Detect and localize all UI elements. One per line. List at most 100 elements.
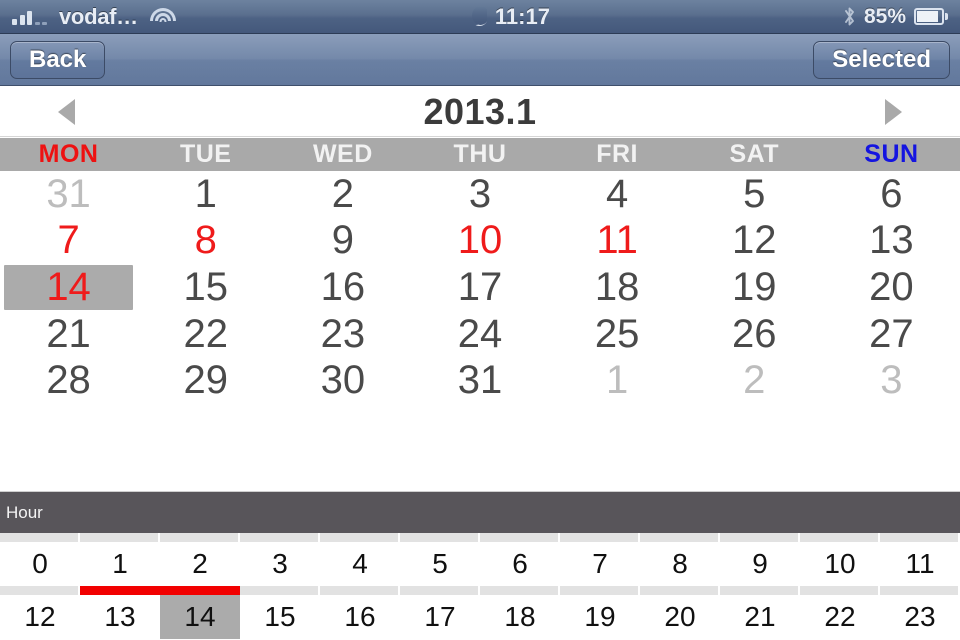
calendar-day-cell[interactable]: 29	[137, 357, 274, 404]
calendar-day-cell[interactable]: 23	[274, 311, 411, 358]
calendar-day-cell[interactable]: 24	[411, 311, 548, 358]
calendar-day-cell[interactable]: 28	[0, 357, 137, 404]
calendar-day-cell[interactable]: 18	[549, 264, 686, 311]
hour-value: 5	[432, 548, 448, 579]
calendar-day-cell[interactable]: 5	[686, 171, 823, 218]
status-bar-right: 85%	[843, 5, 960, 29]
hour-cell[interactable]: 8	[640, 533, 720, 590]
hour-value: 12	[24, 601, 56, 632]
hour-cell[interactable]: 20	[640, 586, 720, 640]
calendar-day-cell[interactable]: 26	[686, 311, 823, 358]
calendar-day-number: 5	[743, 171, 766, 216]
calendar-day-number: 21	[46, 311, 91, 356]
hour-value: 19	[584, 601, 616, 632]
hour-cell[interactable]: 9	[720, 533, 800, 590]
calendar-day-number: 16	[320, 264, 366, 309]
calendar-day-cell[interactable]: 14	[0, 264, 137, 311]
hour-cell[interactable]: 7	[560, 533, 640, 590]
chevron-left-icon[interactable]	[58, 98, 75, 125]
calendar-day-cell[interactable]: 15	[137, 264, 274, 311]
calendar-day-cell[interactable]: 8	[137, 218, 274, 265]
calendar-day-number: 3	[880, 358, 903, 403]
hour-cell[interactable]: 14	[160, 586, 240, 640]
status-bar-left: vodaf…	[0, 4, 176, 30]
calendar-day-cell[interactable]: 10	[411, 218, 548, 265]
selected-button[interactable]: Selected	[813, 40, 950, 79]
calendar-day-cell[interactable]: 16	[274, 264, 411, 311]
calendar-day-number: 28	[46, 358, 91, 403]
status-bar-center: 11:17	[176, 4, 843, 30]
hour-cell[interactable]: 10	[800, 533, 880, 590]
calendar-day-cell[interactable]: 11	[549, 218, 686, 265]
hour-cell[interactable]: 1	[80, 533, 160, 595]
calendar-day-cell[interactable]: 7	[0, 218, 137, 265]
hour-cell[interactable]: 6	[480, 533, 560, 590]
calendar-day-cell[interactable]: 31	[0, 171, 137, 218]
hour-cell[interactable]: 22	[800, 586, 880, 640]
calendar-day-cell[interactable]: 22	[137, 311, 274, 358]
hour-cell[interactable]: 16	[320, 586, 400, 640]
calendar-day-number: 4	[606, 171, 629, 216]
month-title: 2013.1	[423, 90, 537, 132]
hour-cell[interactable]: 15	[240, 586, 320, 640]
calendar-day-cell[interactable]: 17	[411, 264, 548, 311]
calendar-day-cell[interactable]: 3	[411, 171, 548, 218]
hour-cell[interactable]: 19	[560, 586, 640, 640]
weekday-header-sat: SAT	[729, 140, 780, 168]
weekday-header-fri: FRI	[596, 140, 639, 168]
hour-cell[interactable]: 3	[240, 533, 320, 590]
calendar-day-number: 27	[869, 311, 914, 356]
calendar-day-cell[interactable]: 20	[823, 264, 960, 311]
calendar-day-cell[interactable]: 2	[274, 171, 411, 218]
hour-value: 16	[344, 601, 376, 632]
bluetooth-icon	[843, 6, 856, 27]
calendar-day-cell[interactable]: 12	[686, 218, 823, 265]
calendar-day-cell[interactable]: 1	[137, 171, 274, 218]
hour-value: 18	[504, 601, 536, 632]
calendar-day-cell[interactable]: 19	[686, 264, 823, 311]
hour-section-label: Hour	[6, 502, 43, 522]
hour-cell[interactable]: 23	[880, 586, 960, 640]
calendar-day-number: 18	[594, 264, 640, 309]
hour-cell[interactable]: 21	[720, 586, 800, 640]
hour-cell[interactable]: 4	[320, 533, 400, 590]
calendar-day-number: 3	[468, 171, 492, 216]
chevron-right-icon[interactable]	[884, 98, 902, 125]
hour-value: 9	[752, 548, 768, 579]
calendar-day-cell[interactable]: 3	[823, 357, 960, 404]
calendar-day-cell[interactable]: 31	[411, 357, 548, 404]
status-bar: vodaf… 11:17 85%	[0, 0, 960, 34]
hour-cell[interactable]: 11	[880, 533, 960, 590]
moon-do-not-disturb-icon	[469, 6, 487, 27]
hour-section-header: Hour	[0, 491, 960, 533]
hour-cell[interactable]: 12	[0, 586, 80, 640]
calendar-day-cell[interactable]: 13	[823, 218, 960, 265]
calendar-day-cell[interactable]: 9	[274, 218, 411, 265]
calendar-day-number: 2	[331, 171, 354, 216]
calendar-day-cell[interactable]: 1	[549, 357, 686, 404]
calendar-day-number: 1	[606, 358, 629, 403]
calendar-day-number: 26	[732, 311, 777, 356]
calendar-day-number: 10	[457, 218, 503, 263]
calendar-day-cell[interactable]: 25	[549, 311, 686, 358]
hour-cell[interactable]: 13	[80, 586, 160, 640]
calendar-day-cell[interactable]: 21	[0, 311, 137, 358]
hour-value: 8	[672, 548, 688, 579]
hour-cell[interactable]: 17	[400, 586, 480, 640]
weekday-header-wed: WED	[312, 140, 373, 168]
calendar-day-cell[interactable]: 30	[274, 357, 411, 404]
hour-cell[interactable]: 18	[480, 586, 560, 640]
hour-cell[interactable]: 5	[400, 533, 480, 590]
calendar-day-number: 7	[57, 218, 80, 263]
calendar-day-cell[interactable]: 4	[549, 171, 686, 218]
hour-value: 11	[905, 548, 935, 579]
hour-value: 23	[904, 601, 936, 632]
hour-cell[interactable]: 2	[160, 533, 240, 595]
back-button[interactable]: Back	[10, 40, 106, 79]
hour-cell[interactable]: 0	[0, 533, 80, 590]
calendar-day-cell[interactable]: 27	[823, 311, 960, 358]
calendar-day-cell[interactable]: 2	[686, 357, 823, 404]
calendar-day-cell[interactable]: 6	[823, 171, 960, 218]
weekday-header-tue: TUE	[179, 140, 232, 168]
weekday-header-row: MON TUE WED THU FRI SAT SUN	[0, 138, 960, 171]
